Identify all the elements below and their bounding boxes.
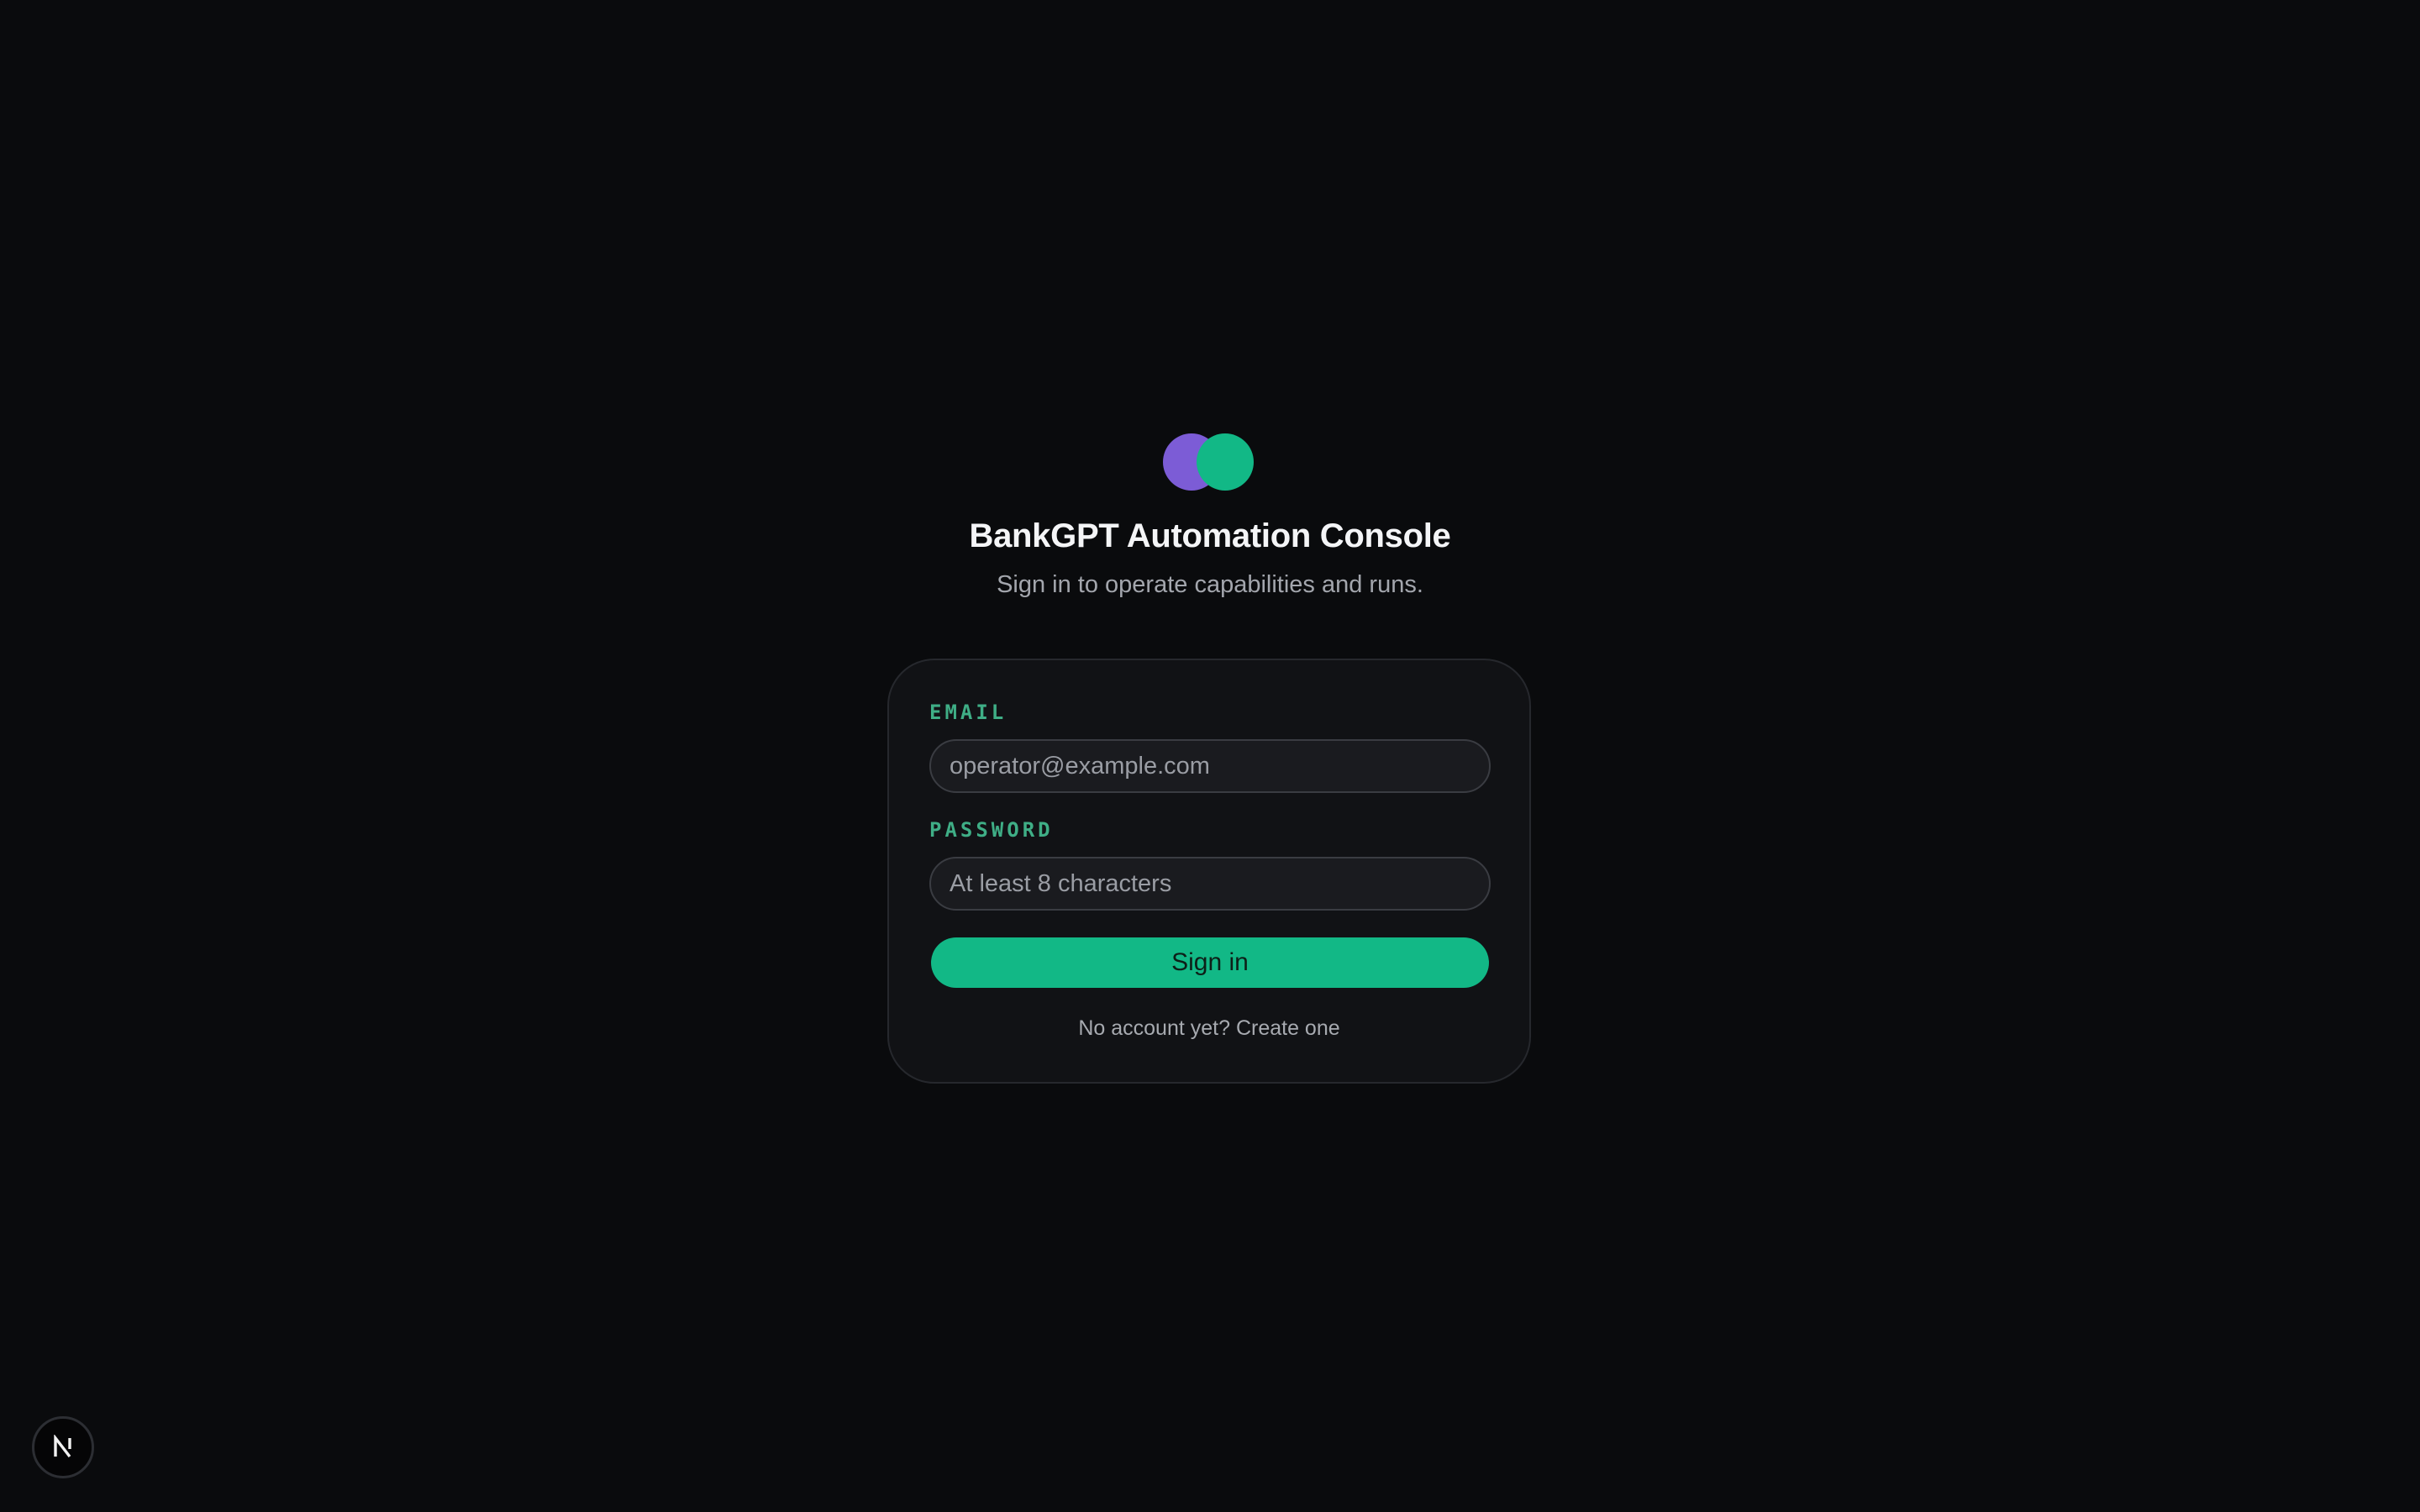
no-account-text: No account yet? <box>1078 1016 1230 1040</box>
email-label: EMAIL <box>929 701 1007 724</box>
create-account-link[interactable]: Create one <box>1236 1016 1340 1040</box>
email-field[interactable] <box>929 739 1491 793</box>
app-logo <box>1163 433 1254 491</box>
sign-in-button[interactable]: Sign in <box>931 937 1489 988</box>
nextjs-dev-indicator[interactable] <box>32 1416 94 1478</box>
page-title: BankGPT Automation Console <box>969 517 1451 554</box>
password-field[interactable] <box>929 857 1491 911</box>
page-subtitle: Sign in to operate capabilities and runs… <box>997 571 1423 598</box>
nextjs-icon <box>54 1435 71 1458</box>
password-label: PASSWORD <box>929 818 1054 842</box>
login-page: BankGPT Automation Console Sign in to op… <box>0 0 2420 1512</box>
sign-in-card: EMAIL PASSWORD Sign in No account yet? C… <box>887 659 1531 1084</box>
create-account-row: No account yet? Create one <box>889 1016 1529 1041</box>
logo-circle-green <box>1197 433 1254 491</box>
